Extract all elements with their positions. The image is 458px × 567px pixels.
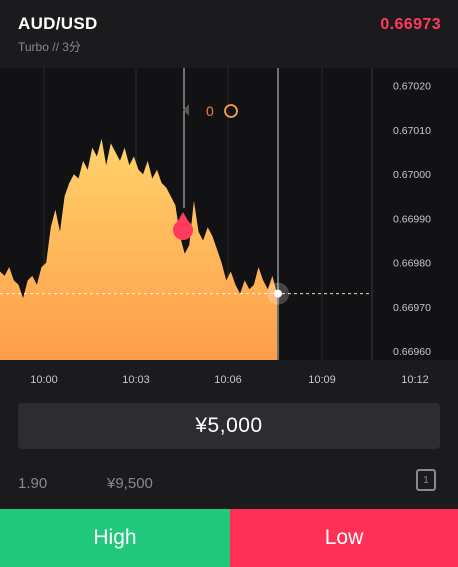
payout-amount: ¥9,500 [107, 475, 153, 492]
y-tick-label: 0.66960 [393, 346, 431, 358]
y-tick-label: 0.66970 [393, 302, 431, 314]
x-tick-label: 10:06 [214, 374, 242, 386]
time-axis: 10:00 10:03 10:06 10:09 10:12 [0, 360, 458, 398]
position-count: 0 [206, 103, 214, 119]
x-tick-label: 10:12 [401, 374, 429, 386]
asset-pair[interactable]: AUD/USD [18, 14, 98, 34]
x-tick-label: 10:09 [308, 374, 336, 386]
y-tick-label: 0.67020 [393, 81, 431, 93]
y-tick-label: 0.67000 [393, 169, 431, 181]
current-point [274, 289, 282, 298]
high-button[interactable]: High [0, 509, 230, 567]
y-tick-label: 0.66980 [393, 258, 431, 270]
position-circle-icon [224, 104, 238, 118]
trade-amount-input[interactable]: ¥5,000 [18, 403, 440, 449]
payout-rate: 1.90 [18, 475, 48, 492]
trade-type-subtitle: Turbo // 3分 [18, 40, 81, 54]
trade-buttons: High Low [0, 509, 458, 567]
page-icon[interactable]: 1 [416, 469, 436, 491]
price-chart[interactable]: 0 0.67020 0.67010 0.67000 0.66990 0.66980 0.66… [0, 68, 458, 360]
low-button[interactable]: Low [230, 509, 458, 567]
header: AUD/USD Turbo // 3分 0.66973 [0, 0, 458, 68]
x-tick-label: 10:03 [122, 374, 150, 386]
payout-row: 1.90 ¥9,500 1 [0, 465, 458, 501]
current-price: 0.66973 [380, 16, 441, 33]
y-tick-label: 0.66990 [393, 213, 431, 225]
entry-marker-tip [176, 212, 190, 224]
y-tick-label: 0.67010 [393, 125, 431, 137]
x-tick-label: 10:00 [30, 374, 58, 386]
price-area [0, 138, 277, 360]
price-chart-svg: 0 0.67020 0.67010 0.67000 0.66990 0.66980 0.66… [0, 68, 431, 360]
